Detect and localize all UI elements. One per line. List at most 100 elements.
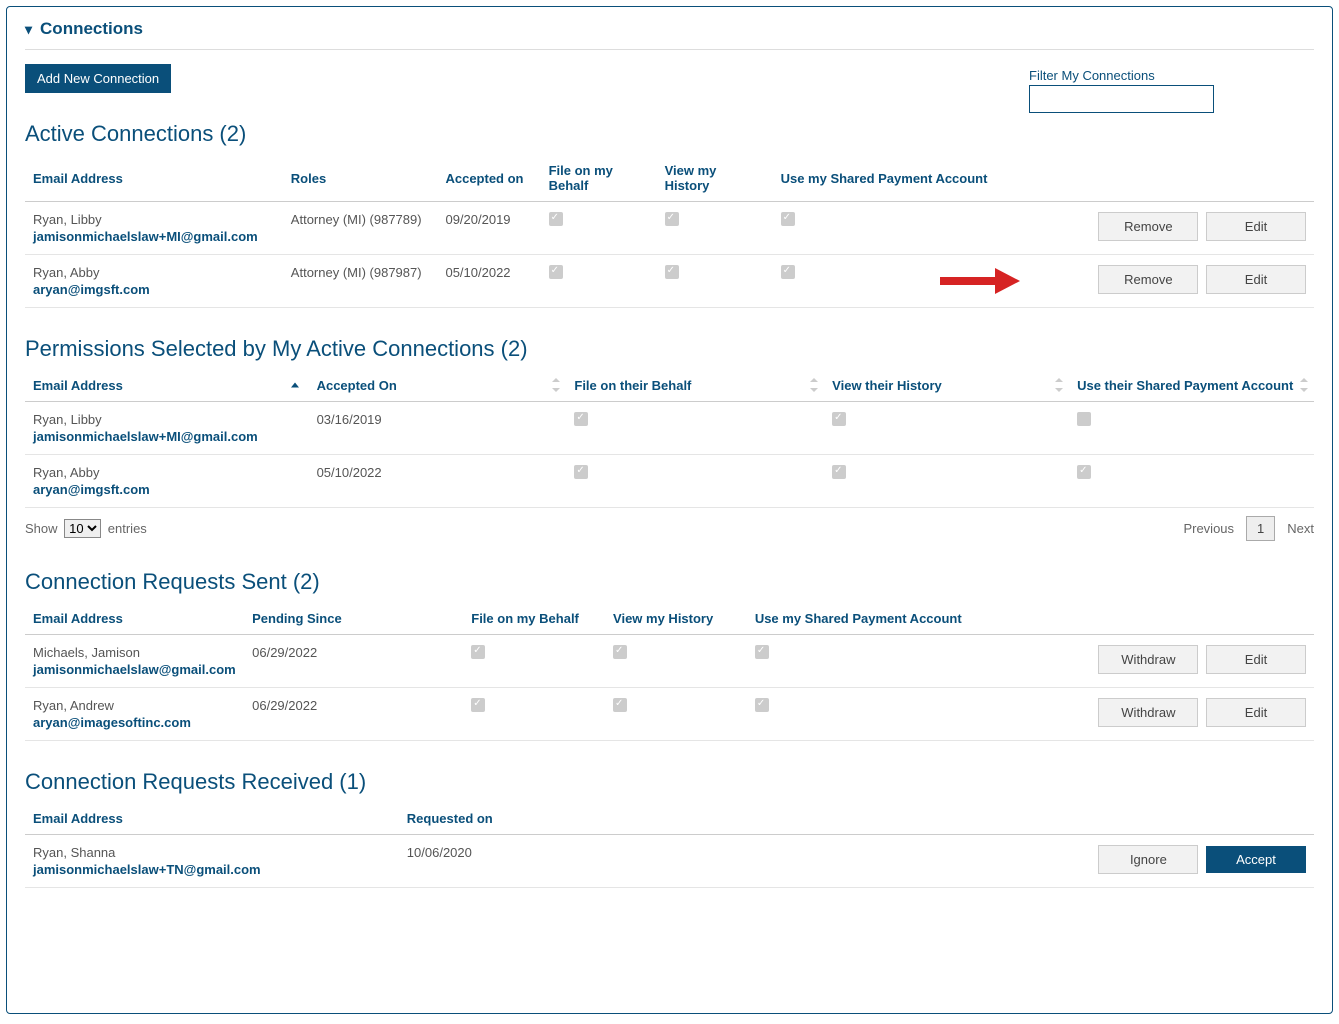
withdraw-button[interactable]: Withdraw xyxy=(1098,645,1198,674)
pager: Show 10 entries Previous 1 Next xyxy=(25,516,1314,541)
roles-cell: Attorney (MI) (987987) xyxy=(283,255,438,308)
checkbox-pay xyxy=(755,698,769,712)
sort-icon xyxy=(1055,378,1063,392)
checkbox-file xyxy=(574,465,588,479)
col-pay: Use my Shared Payment Account xyxy=(773,153,1031,202)
pager-left: Show 10 entries xyxy=(25,519,147,538)
accepted-cell: 05/10/2022 xyxy=(437,255,540,308)
col-file[interactable]: File on their Behalf xyxy=(566,368,824,402)
entries-label: entries xyxy=(108,521,147,536)
edit-button[interactable]: Edit xyxy=(1206,265,1306,294)
checkbox-view xyxy=(665,212,679,226)
active-connections-table: Email Address Roles Accepted on File on … xyxy=(25,153,1314,308)
col-actions xyxy=(1056,601,1314,635)
edit-button[interactable]: Edit xyxy=(1206,645,1306,674)
filter-label: Filter My Connections xyxy=(1029,68,1214,83)
contact-email: aryan@imgsft.com xyxy=(33,282,275,297)
checkbox-view xyxy=(832,465,846,479)
col-email: Email Address xyxy=(25,801,399,835)
col-actions xyxy=(1056,801,1314,835)
pending-cell: 06/29/2022 xyxy=(244,635,463,688)
contact-name: Ryan, Libby xyxy=(33,212,102,227)
col-view: View my History xyxy=(657,153,773,202)
accept-button[interactable]: Accept xyxy=(1206,846,1306,873)
checkbox-view xyxy=(665,265,679,279)
withdraw-button[interactable]: Withdraw xyxy=(1098,698,1198,727)
accepted-cell: 03/16/2019 xyxy=(309,402,567,455)
roles-cell: Attorney (MI) (987789) xyxy=(283,202,438,255)
table-row: Michaels, Jamison jamisonmichaelslaw@gmai… xyxy=(25,635,1314,688)
table-row: Ryan, Libby jamisonmichaelslaw+MI@gmail.c… xyxy=(25,402,1314,455)
contact-name: Michaels, Jamison xyxy=(33,645,140,660)
col-file: File on my Behalf xyxy=(541,153,657,202)
col-accepted: Accepted on xyxy=(437,153,540,202)
contact-name: Ryan, Shanna xyxy=(33,845,115,860)
contact-name: Ryan, Abby xyxy=(33,465,100,480)
chevron-down-icon: ▾ xyxy=(25,21,32,38)
requested-cell: 10/06/2020 xyxy=(399,835,1056,888)
checkbox-pay xyxy=(1077,465,1091,479)
connections-panel: ▾ Connections Add New Connection Filter … xyxy=(6,6,1333,1014)
checkbox-view xyxy=(832,412,846,426)
contact-name: Ryan, Abby xyxy=(33,265,100,280)
sent-table: Email Address Pending Since File on my B… xyxy=(25,601,1314,741)
ignore-button[interactable]: Ignore xyxy=(1098,845,1198,874)
col-accepted[interactable]: Accepted On xyxy=(309,368,567,402)
contact-email: jamisonmichaelslaw+TN@gmail.com xyxy=(33,862,391,877)
checkbox-view xyxy=(613,698,627,712)
sent-title: Connection Requests Sent (2) xyxy=(25,569,1314,595)
panel-header[interactable]: ▾ Connections xyxy=(25,19,1314,50)
panel-title: Connections xyxy=(40,19,143,39)
checkbox-file xyxy=(574,412,588,426)
sort-icon xyxy=(810,378,818,392)
col-roles: Roles xyxy=(283,153,438,202)
contact-email: jamisonmichaelslaw+MI@gmail.com xyxy=(33,229,275,244)
col-email[interactable]: Email Address xyxy=(25,368,309,402)
contact-name: Ryan, Libby xyxy=(33,412,102,427)
top-bar: Add New Connection Filter My Connections xyxy=(25,50,1314,93)
table-row: Ryan, Andrewaryan@imagesoftinc.com 06/29… xyxy=(25,688,1314,741)
sort-icon xyxy=(552,378,560,392)
checkbox-pay xyxy=(781,212,795,226)
edit-button[interactable]: Edit xyxy=(1206,212,1306,241)
checkbox-view xyxy=(613,645,627,659)
entries-select[interactable]: 10 xyxy=(64,519,101,538)
checkbox-file xyxy=(549,212,563,226)
contact-email: jamisonmichaelslaw@gmail.com xyxy=(33,662,236,677)
checkbox-file xyxy=(549,265,563,279)
remove-button[interactable]: Remove xyxy=(1098,212,1198,241)
checkbox-pay xyxy=(781,265,795,279)
next-button[interactable]: Next xyxy=(1287,521,1314,536)
permissions-title: Permissions Selected by My Active Connec… xyxy=(25,336,1314,362)
sort-icon xyxy=(1300,378,1308,392)
filter-input[interactable] xyxy=(1029,85,1214,113)
page-number[interactable]: 1 xyxy=(1246,516,1275,541)
col-requested: Requested on xyxy=(399,801,1056,835)
col-email: Email Address xyxy=(25,601,244,635)
col-pay[interactable]: Use their Shared Payment Account xyxy=(1069,368,1314,402)
accepted-cell: 09/20/2019 xyxy=(437,202,540,255)
received-title: Connection Requests Received (1) xyxy=(25,769,1314,795)
col-view[interactable]: View their History xyxy=(824,368,1069,402)
contact-name: Ryan, Andrew xyxy=(33,698,114,713)
pager-right: Previous 1 Next xyxy=(1183,516,1314,541)
checkbox-pay xyxy=(755,645,769,659)
active-connections-title: Active Connections (2) xyxy=(25,121,1314,147)
table-row: Ryan, Libby jamisonmichaelslaw+MI@gmail.c… xyxy=(25,202,1314,255)
table-row: Ryan, Shanna jamisonmichaelslaw+TN@gmail.… xyxy=(25,835,1314,888)
edit-button[interactable]: Edit xyxy=(1206,698,1306,727)
table-row: Ryan, Abbyaryan@imgsft.com 05/10/2022 xyxy=(25,455,1314,508)
sort-asc-icon xyxy=(291,382,299,387)
col-email: Email Address xyxy=(25,153,283,202)
received-table: Email Address Requested on Ryan, Shanna j… xyxy=(25,801,1314,888)
col-pay: Use my Shared Payment Account xyxy=(747,601,1056,635)
permissions-table: Email Address Accepted On File on their … xyxy=(25,368,1314,508)
add-new-connection-button[interactable]: Add New Connection xyxy=(25,64,171,93)
checkbox-file xyxy=(471,698,485,712)
contact-email: jamisonmichaelslaw+MI@gmail.com xyxy=(33,429,301,444)
previous-button[interactable]: Previous xyxy=(1183,521,1234,536)
checkbox-pay xyxy=(1077,412,1091,426)
remove-button[interactable]: Remove xyxy=(1098,265,1198,294)
pending-cell: 06/29/2022 xyxy=(244,688,463,741)
checkbox-file xyxy=(471,645,485,659)
